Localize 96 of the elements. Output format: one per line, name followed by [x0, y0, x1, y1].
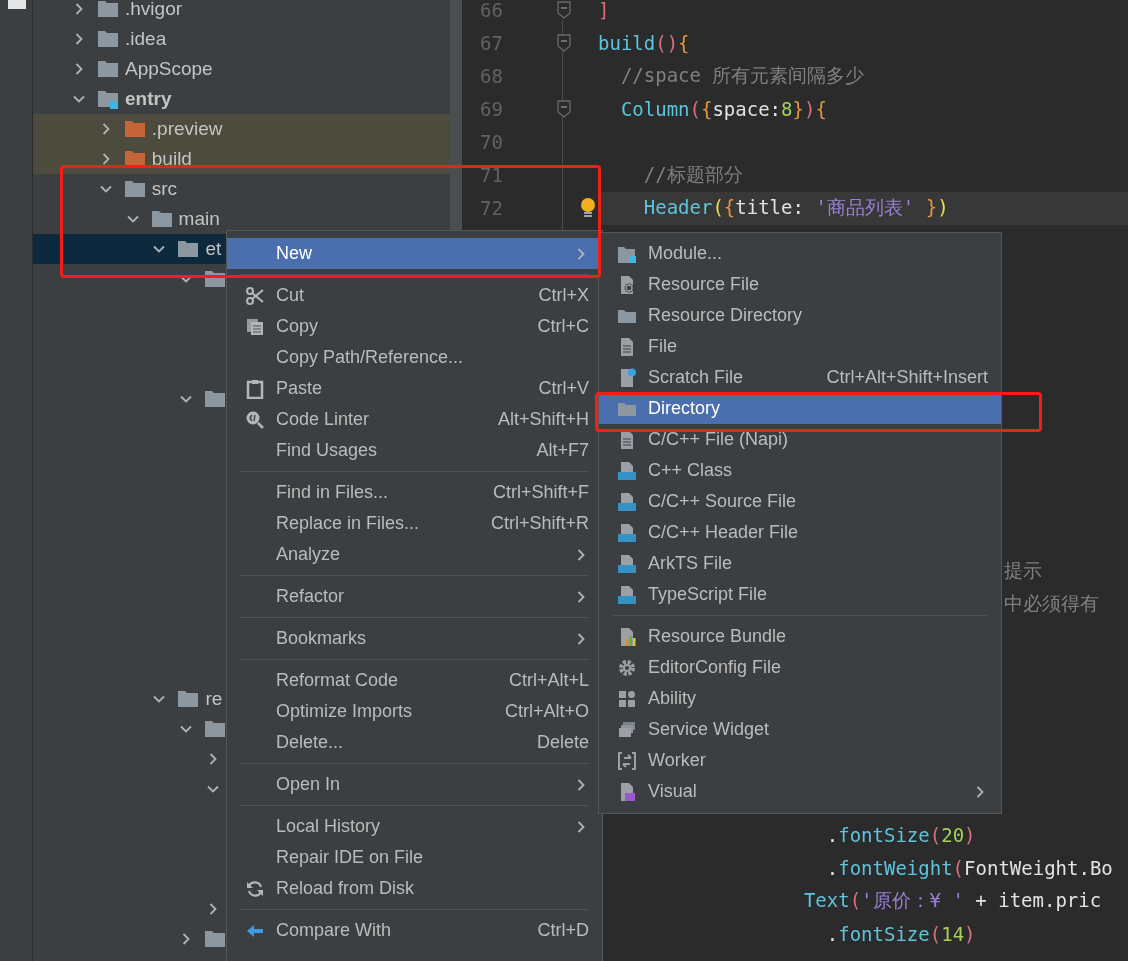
module-folder-icon — [97, 89, 119, 109]
tree-item[interactable]: .idea — [125, 28, 167, 50]
fold-marker-icon[interactable] — [557, 1, 571, 19]
menu-item[interactable]: Refactor — [227, 581, 602, 612]
code-line: .fontSize(20) — [826, 824, 976, 846]
folder-icon — [97, 59, 119, 79]
menu-item[interactable]: Reload from Disk — [227, 873, 602, 904]
folder-icon — [123, 179, 146, 199]
lightbulb-icon[interactable] — [580, 197, 596, 219]
grid-icon — [617, 688, 637, 709]
menu-item[interactable]: Scratch File Ctrl+Alt+Shift+Insert — [599, 362, 1001, 393]
menu-item[interactable]: Resource File — [599, 269, 1001, 300]
code-search-icon — [245, 409, 265, 430]
code-line: Text('原价：¥ ' + item.pric — [803, 888, 1102, 913]
tree-item[interactable]: re — [205, 688, 223, 710]
tree-item[interactable]: main — [178, 208, 220, 230]
menu-item[interactable]: Reformat Code Ctrl+Alt+L — [227, 665, 602, 696]
code-line: Header({title: '商品列表' }) — [643, 195, 949, 220]
folder-icon — [204, 719, 227, 739]
menu-item[interactable]: Visual — [599, 776, 1001, 807]
menu-item[interactable]: Cut Ctrl+X — [227, 280, 602, 311]
code-file-icon — [617, 553, 637, 574]
folder-icon — [177, 689, 200, 709]
code-line: Column({space:8}){ — [620, 98, 827, 120]
menu-item[interactable]: Copy Ctrl+C — [227, 311, 602, 342]
code-line: .fontWeight(FontWeight.Bo — [826, 857, 1113, 879]
menu-item[interactable]: Directory — [599, 393, 1001, 424]
copy-icon — [245, 316, 265, 337]
reload-icon — [245, 878, 265, 899]
line-number: 71 — [480, 164, 503, 186]
menu-item[interactable]: Analyze — [227, 539, 602, 570]
folder-icon — [204, 389, 227, 409]
folder-icon — [204, 929, 227, 949]
code-line: ] — [598, 0, 610, 21]
tree-item[interactable]: entry — [125, 88, 172, 110]
menu-item[interactable]: Resource Bundle — [599, 621, 1001, 652]
folder-icon — [97, 29, 119, 49]
code-file-icon — [617, 460, 637, 481]
menu-item[interactable]: Ability — [599, 683, 1001, 714]
menu-item[interactable]: Optimize Imports Ctrl+Alt+O — [227, 696, 602, 727]
tree-item[interactable]: et — [205, 238, 222, 260]
menu-item[interactable]: Compare With Ctrl+D — [227, 915, 602, 946]
folder-icon — [177, 239, 200, 259]
folder-icon — [97, 0, 119, 19]
menu-item[interactable]: EditorConfig File — [599, 652, 1001, 683]
menu-item[interactable]: Paste Ctrl+V — [227, 373, 602, 404]
tree-item[interactable]: src — [151, 178, 178, 200]
code-file-icon — [617, 584, 637, 605]
menu-item[interactable]: Resource Directory — [599, 300, 1001, 331]
line-number: 69 — [480, 98, 503, 120]
menu-item[interactable]: C++ Class — [599, 455, 1001, 486]
menu-item[interactable]: C/C++ Header File — [599, 517, 1001, 548]
line-number: 66 — [480, 0, 503, 21]
code-line: //标题部分 — [643, 162, 743, 187]
menu-item[interactable]: C/C++ File (Napi) — [599, 424, 1001, 455]
menu-item[interactable]: TypeScript File — [599, 579, 1001, 610]
line-number: 68 — [480, 65, 503, 87]
stacked-windows-icon — [617, 719, 637, 740]
gear-icon — [617, 657, 637, 678]
menu-item[interactable]: Repair IDE on File — [227, 842, 602, 873]
fold-marker-icon[interactable] — [557, 34, 571, 52]
menu-item[interactable]: Worker — [599, 745, 1001, 776]
scrollbar-thumb[interactable] — [450, 0, 462, 232]
menu-item[interactable]: Replace in Files... Ctrl+Shift+R — [227, 508, 602, 539]
folder-icon — [123, 119, 146, 139]
line-number: 67 — [480, 32, 503, 54]
menu-item[interactable]: Delete... Delete — [227, 727, 602, 758]
menu-item[interactable]: Find Usages Alt+F7 — [227, 435, 602, 466]
code-file-icon — [617, 522, 637, 543]
fold-marker-icon[interactable] — [557, 100, 571, 118]
bracket-arrows-icon — [617, 750, 637, 771]
menu-item[interactable]: Open In — [227, 769, 602, 800]
code-line: 中必须得有 — [1004, 591, 1100, 616]
line-number: 72 — [480, 197, 503, 219]
code-line: build(){ — [598, 32, 690, 54]
clipboard-icon — [245, 378, 265, 399]
code-file-icon — [617, 491, 637, 512]
menu-item[interactable]: C/C++ Source File — [599, 486, 1001, 517]
menu-item[interactable]: Service Widget — [599, 714, 1001, 745]
menu-item[interactable]: Local History — [227, 811, 602, 842]
tree-item[interactable]: AppScope — [125, 58, 213, 80]
code-line: .fontSize(14) — [826, 923, 976, 945]
menu-item[interactable]: Module... — [599, 238, 1001, 269]
code-line: 提示 — [1004, 558, 1043, 583]
menu-item[interactable]: Find in Files... Ctrl+Shift+F — [227, 477, 602, 508]
scissors-icon — [245, 285, 265, 306]
menu-item[interactable]: ArkTS File — [599, 548, 1001, 579]
folder-icon — [150, 209, 173, 229]
menu-item[interactable]: Bookmarks — [227, 623, 602, 654]
line-number: 70 — [480, 131, 503, 153]
menu-item[interactable]: File — [599, 331, 1001, 362]
tree-item[interactable]: .hvigor — [125, 0, 183, 20]
tree-item[interactable]: build — [151, 148, 192, 170]
code-line: //space 所有元素间隔多少 — [620, 63, 865, 88]
menu-item[interactable]: Copy Path/Reference... — [227, 342, 602, 373]
tree-item[interactable]: .preview — [151, 118, 223, 140]
